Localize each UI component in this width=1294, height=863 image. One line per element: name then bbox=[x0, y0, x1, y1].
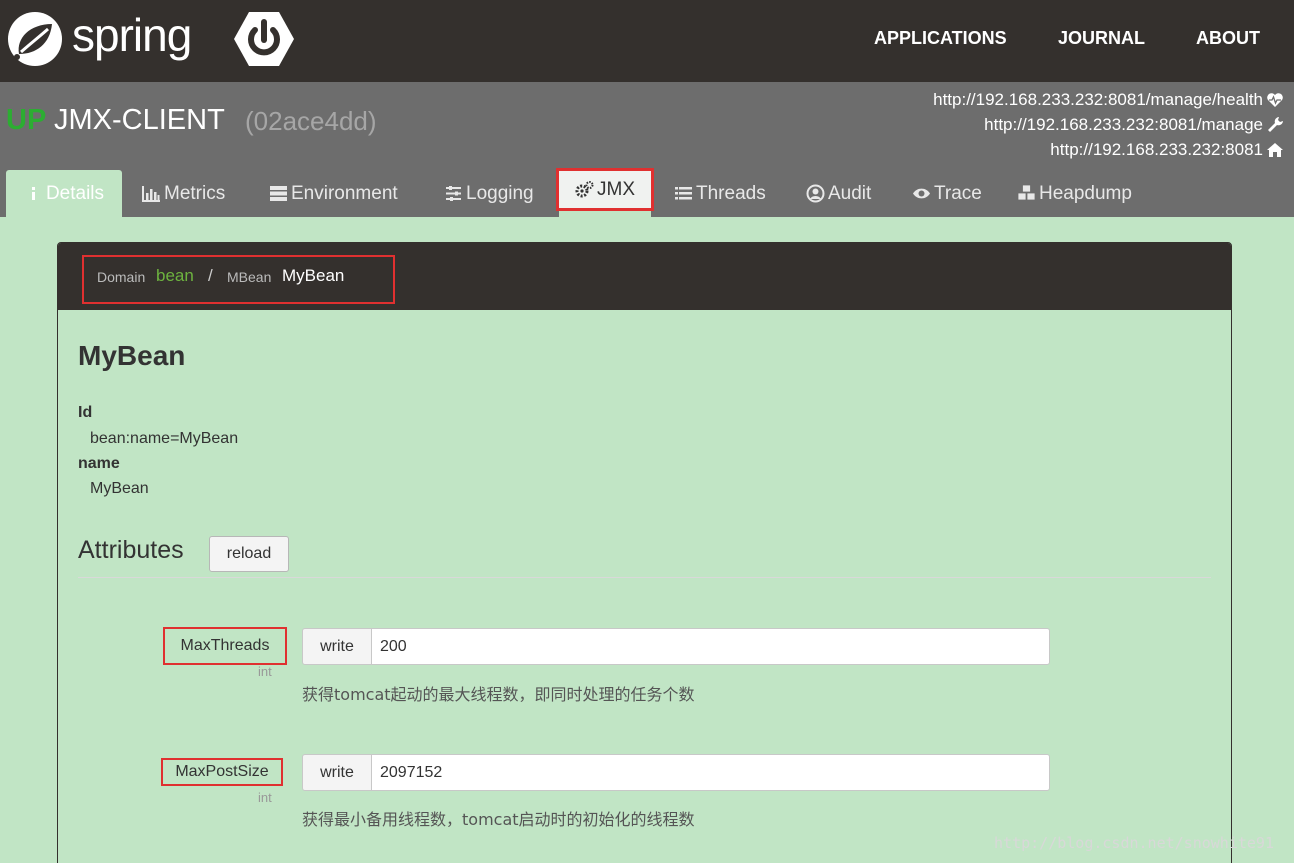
breadcrumb-mbean-label: MBean bbox=[227, 269, 272, 285]
spring-leaf-logo-icon[interactable] bbox=[6, 10, 64, 68]
nav-journal-link[interactable]: JOURNAL bbox=[1058, 28, 1145, 49]
attributes-divider bbox=[78, 577, 1211, 578]
attributes-heading: Attributes bbox=[78, 536, 184, 564]
prop-value-id: bean:name=MyBean bbox=[90, 430, 239, 447]
list-icon bbox=[675, 187, 692, 200]
heartbeat-icon bbox=[1267, 93, 1283, 107]
breadcrumb-domain-value[interactable]: bean bbox=[156, 266, 194, 286]
status-badge: UP bbox=[6, 104, 47, 136]
tab-trace[interactable]: Trace bbox=[906, 170, 988, 217]
watermark-text: http://blog.csdn.net/snowhite91 bbox=[994, 834, 1274, 852]
spring-logo-text[interactable]: spring bbox=[72, 8, 192, 62]
breadcrumb-mbean-value: MyBean bbox=[282, 266, 345, 285]
prop-value-name: MyBean bbox=[90, 480, 149, 497]
attr-name-maxthreads: MaxThreads bbox=[163, 627, 287, 665]
wrench-icon bbox=[1268, 117, 1283, 132]
health-url-row: http://192.168.233.232:8081/manage/healt… bbox=[933, 90, 1284, 110]
attr-description-maxthreads: 获得tomcat起动的最大线程数，即同时处理的任务个数 bbox=[302, 685, 695, 704]
eye-icon bbox=[913, 188, 930, 199]
home-url-link[interactable]: http://192.168.233.232:8081 bbox=[1050, 140, 1263, 160]
attr-type-maxthreads: int bbox=[258, 664, 272, 679]
home-icon bbox=[1267, 143, 1283, 157]
tab-environment[interactable]: Environment bbox=[263, 170, 404, 217]
info-icon bbox=[31, 187, 35, 200]
prop-key-name: name bbox=[78, 455, 120, 472]
tab-audit[interactable]: Audit bbox=[800, 170, 877, 217]
nav-applications-link[interactable]: APPLICATIONS bbox=[874, 28, 1007, 49]
manage-url-row: http://192.168.233.232:8081/manage bbox=[984, 115, 1284, 135]
tab-audit-label: Audit bbox=[828, 182, 872, 204]
home-url-row: http://192.168.233.232:8081 bbox=[1050, 140, 1284, 160]
cogs-icon bbox=[575, 181, 594, 198]
tab-environment-label: Environment bbox=[291, 182, 398, 204]
tab-logging[interactable]: Logging bbox=[438, 170, 540, 217]
attr-type-maxpostsize: int bbox=[258, 790, 272, 805]
attr-name-maxpostsize: MaxPostSize bbox=[161, 758, 283, 786]
cubes-icon bbox=[1017, 184, 1036, 201]
server-icon bbox=[270, 186, 287, 201]
breadcrumb-domain-label: Domain bbox=[97, 269, 146, 285]
application-header: UP JMX-CLIENT (02ace4dd) http://192.168.… bbox=[0, 82, 1294, 217]
power-hexagon-logo-icon[interactable] bbox=[233, 10, 295, 68]
tab-logging-label: Logging bbox=[466, 182, 534, 204]
tab-metrics[interactable]: Metrics bbox=[136, 170, 231, 217]
tab-trace-label: Trace bbox=[934, 182, 982, 204]
application-id: (02ace4dd) bbox=[245, 106, 377, 136]
prop-key-id: Id bbox=[78, 404, 93, 421]
reload-button[interactable]: reload bbox=[209, 536, 289, 572]
tab-jmx-active-indicator bbox=[559, 211, 651, 217]
application-name: JMX-CLIENT bbox=[54, 104, 225, 136]
tab-threads-label: Threads bbox=[696, 182, 766, 204]
nav-about-link[interactable]: ABOUT bbox=[1196, 28, 1260, 49]
top-navbar: spring APPLICATIONS JOURNAL ABOUT bbox=[0, 0, 1294, 82]
tab-heapdump[interactable]: Heapdump bbox=[1011, 170, 1138, 217]
attr-input-maxpostsize[interactable] bbox=[371, 754, 1050, 791]
tab-jmx-label: JMX bbox=[597, 178, 635, 200]
write-button-maxpostsize[interactable]: write bbox=[302, 754, 372, 791]
health-url-link[interactable]: http://192.168.233.232:8081/manage/healt… bbox=[933, 90, 1263, 110]
tab-jmx[interactable]: JMX bbox=[556, 168, 654, 211]
attr-description-maxpostsize: 获得最小备用线程数，tomcat启动时的初始化的线程数 bbox=[302, 810, 695, 829]
breadcrumb-separator: / bbox=[208, 266, 213, 285]
mbean-panel-header: Domain bean / MBean MyBean bbox=[58, 243, 1231, 310]
tab-details[interactable]: Details bbox=[6, 170, 122, 217]
write-button-maxthreads[interactable]: write bbox=[302, 628, 372, 665]
tab-metrics-label: Metrics bbox=[164, 182, 226, 204]
manage-url-link[interactable]: http://192.168.233.232:8081/manage bbox=[984, 115, 1263, 135]
sliders-icon bbox=[446, 186, 461, 201]
mbean-title: MyBean bbox=[78, 340, 186, 371]
bar-chart-icon bbox=[142, 186, 160, 202]
tab-heapdump-label: Heapdump bbox=[1039, 182, 1132, 204]
user-circle-icon bbox=[806, 184, 825, 203]
attr-input-maxthreads[interactable] bbox=[371, 628, 1050, 665]
tab-threads[interactable]: Threads bbox=[668, 170, 772, 217]
tab-details-label: Details bbox=[45, 182, 105, 204]
